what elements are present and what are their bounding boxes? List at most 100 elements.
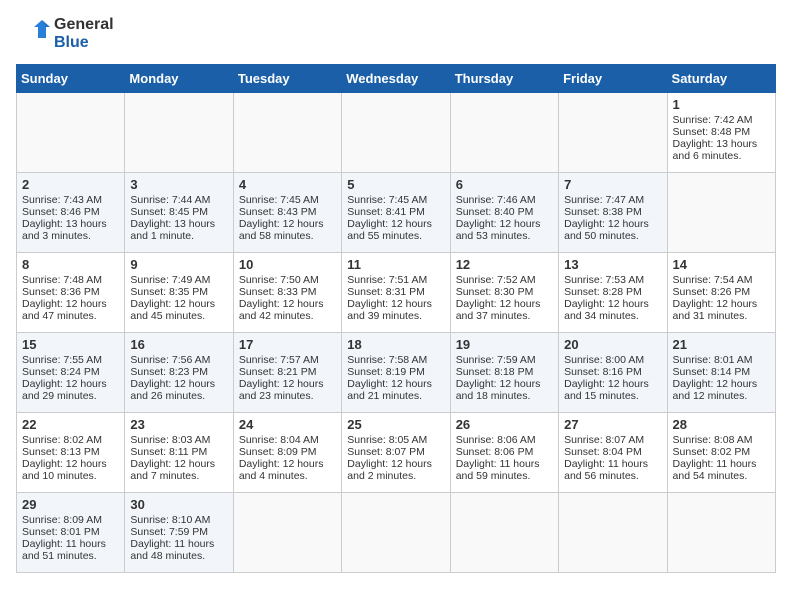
day-number: 18 — [347, 337, 444, 352]
sunset: Sunset: 8:18 PM — [456, 366, 534, 378]
day-number: 21 — [673, 337, 770, 352]
day-number: 28 — [673, 417, 770, 432]
page-header: General Blue — [16, 16, 776, 52]
day-header-tuesday: Tuesday — [233, 65, 341, 93]
sunrise: Sunrise: 8:01 AM — [673, 354, 753, 366]
day-number: 15 — [22, 337, 119, 352]
day-number: 25 — [347, 417, 444, 432]
day-number: 29 — [22, 497, 119, 512]
sunset: Sunset: 8:09 PM — [239, 446, 317, 458]
logo-icon — [16, 16, 52, 52]
sunset: Sunset: 7:59 PM — [130, 526, 208, 538]
day-number: 22 — [22, 417, 119, 432]
calendar-cell: 19Sunrise: 7:59 AMSunset: 8:18 PMDayligh… — [450, 333, 558, 413]
calendar-cell: 2Sunrise: 7:43 AMSunset: 8:46 PMDaylight… — [17, 173, 125, 253]
daylight: Daylight: 12 hours and 55 minutes. — [347, 218, 432, 242]
day-number: 27 — [564, 417, 661, 432]
daylight: Daylight: 11 hours and 56 minutes. — [564, 458, 648, 482]
sunrise: Sunrise: 7:52 AM — [456, 274, 536, 286]
daylight: Daylight: 13 hours and 1 minute. — [130, 218, 215, 242]
sunset: Sunset: 8:28 PM — [564, 286, 642, 298]
sunset: Sunset: 8:01 PM — [22, 526, 100, 538]
day-number: 12 — [456, 257, 553, 272]
sunset: Sunset: 8:40 PM — [456, 206, 534, 218]
sunset: Sunset: 8:21 PM — [239, 366, 317, 378]
sunset: Sunset: 8:24 PM — [22, 366, 100, 378]
sunrise: Sunrise: 7:46 AM — [456, 194, 536, 206]
calendar-cell — [559, 493, 667, 573]
day-number: 11 — [347, 257, 444, 272]
calendar-cell — [559, 93, 667, 173]
calendar-cell: 9Sunrise: 7:49 AMSunset: 8:35 PMDaylight… — [125, 253, 233, 333]
day-header-thursday: Thursday — [450, 65, 558, 93]
sunrise: Sunrise: 7:42 AM — [673, 114, 753, 126]
daylight: Daylight: 13 hours and 6 minutes. — [673, 138, 758, 162]
day-number: 2 — [22, 177, 119, 192]
daylight: Daylight: 12 hours and 39 minutes. — [347, 298, 432, 322]
sunset: Sunset: 8:31 PM — [347, 286, 425, 298]
sunrise: Sunrise: 7:50 AM — [239, 274, 319, 286]
calendar-cell — [667, 173, 775, 253]
daylight: Daylight: 12 hours and 10 minutes. — [22, 458, 107, 482]
calendar-cell — [342, 493, 450, 573]
daylight: Daylight: 12 hours and 50 minutes. — [564, 218, 649, 242]
sunset: Sunset: 8:35 PM — [130, 286, 208, 298]
sunrise: Sunrise: 8:02 AM — [22, 434, 102, 446]
calendar-cell — [450, 493, 558, 573]
calendar-cell — [667, 493, 775, 573]
logo-general: General — [54, 16, 114, 34]
sunset: Sunset: 8:33 PM — [239, 286, 317, 298]
daylight: Daylight: 11 hours and 48 minutes. — [130, 538, 214, 562]
day-number: 23 — [130, 417, 227, 432]
calendar-cell: 8Sunrise: 7:48 AMSunset: 8:36 PMDaylight… — [17, 253, 125, 333]
sunset: Sunset: 8:26 PM — [673, 286, 751, 298]
daylight: Daylight: 12 hours and 23 minutes. — [239, 378, 324, 402]
calendar-cell: 18Sunrise: 7:58 AMSunset: 8:19 PMDayligh… — [342, 333, 450, 413]
day-number: 6 — [456, 177, 553, 192]
calendar-cell — [17, 93, 125, 173]
sunset: Sunset: 8:02 PM — [673, 446, 751, 458]
daylight: Daylight: 12 hours and 12 minutes. — [673, 378, 758, 402]
calendar-cell: 13Sunrise: 7:53 AMSunset: 8:28 PMDayligh… — [559, 253, 667, 333]
daylight: Daylight: 12 hours and 4 minutes. — [239, 458, 324, 482]
day-number: 4 — [239, 177, 336, 192]
calendar-week-row: 29Sunrise: 8:09 AMSunset: 8:01 PMDayligh… — [17, 493, 776, 573]
daylight: Daylight: 11 hours and 51 minutes. — [22, 538, 106, 562]
daylight: Daylight: 11 hours and 54 minutes. — [673, 458, 757, 482]
calendar-cell: 5Sunrise: 7:45 AMSunset: 8:41 PMDaylight… — [342, 173, 450, 253]
day-number: 7 — [564, 177, 661, 192]
sunrise: Sunrise: 7:47 AM — [564, 194, 644, 206]
sunset: Sunset: 8:14 PM — [673, 366, 751, 378]
sunset: Sunset: 8:06 PM — [456, 446, 534, 458]
sunset: Sunset: 8:38 PM — [564, 206, 642, 218]
sunrise: Sunrise: 7:45 AM — [347, 194, 427, 206]
day-number: 13 — [564, 257, 661, 272]
calendar-cell: 14Sunrise: 7:54 AMSunset: 8:26 PMDayligh… — [667, 253, 775, 333]
day-header-saturday: Saturday — [667, 65, 775, 93]
day-header-wednesday: Wednesday — [342, 65, 450, 93]
day-number: 9 — [130, 257, 227, 272]
calendar-week-row: 8Sunrise: 7:48 AMSunset: 8:36 PMDaylight… — [17, 253, 776, 333]
day-number: 19 — [456, 337, 553, 352]
sunrise: Sunrise: 7:57 AM — [239, 354, 319, 366]
daylight: Daylight: 13 hours and 3 minutes. — [22, 218, 107, 242]
calendar-cell: 17Sunrise: 7:57 AMSunset: 8:21 PMDayligh… — [233, 333, 341, 413]
sunrise: Sunrise: 7:58 AM — [347, 354, 427, 366]
calendar-cell: 11Sunrise: 7:51 AMSunset: 8:31 PMDayligh… — [342, 253, 450, 333]
daylight: Daylight: 12 hours and 34 minutes. — [564, 298, 649, 322]
day-header-friday: Friday — [559, 65, 667, 93]
day-header-monday: Monday — [125, 65, 233, 93]
sunrise: Sunrise: 7:48 AM — [22, 274, 102, 286]
daylight: Daylight: 12 hours and 31 minutes. — [673, 298, 758, 322]
day-number: 5 — [347, 177, 444, 192]
daylight: Daylight: 12 hours and 58 minutes. — [239, 218, 324, 242]
sunrise: Sunrise: 8:09 AM — [22, 514, 102, 526]
sunset: Sunset: 8:30 PM — [456, 286, 534, 298]
sunrise: Sunrise: 7:55 AM — [22, 354, 102, 366]
daylight: Daylight: 12 hours and 15 minutes. — [564, 378, 649, 402]
day-number: 26 — [456, 417, 553, 432]
day-number: 30 — [130, 497, 227, 512]
calendar-cell: 23Sunrise: 8:03 AMSunset: 8:11 PMDayligh… — [125, 413, 233, 493]
sunrise: Sunrise: 7:44 AM — [130, 194, 210, 206]
calendar-week-row: 22Sunrise: 8:02 AMSunset: 8:13 PMDayligh… — [17, 413, 776, 493]
